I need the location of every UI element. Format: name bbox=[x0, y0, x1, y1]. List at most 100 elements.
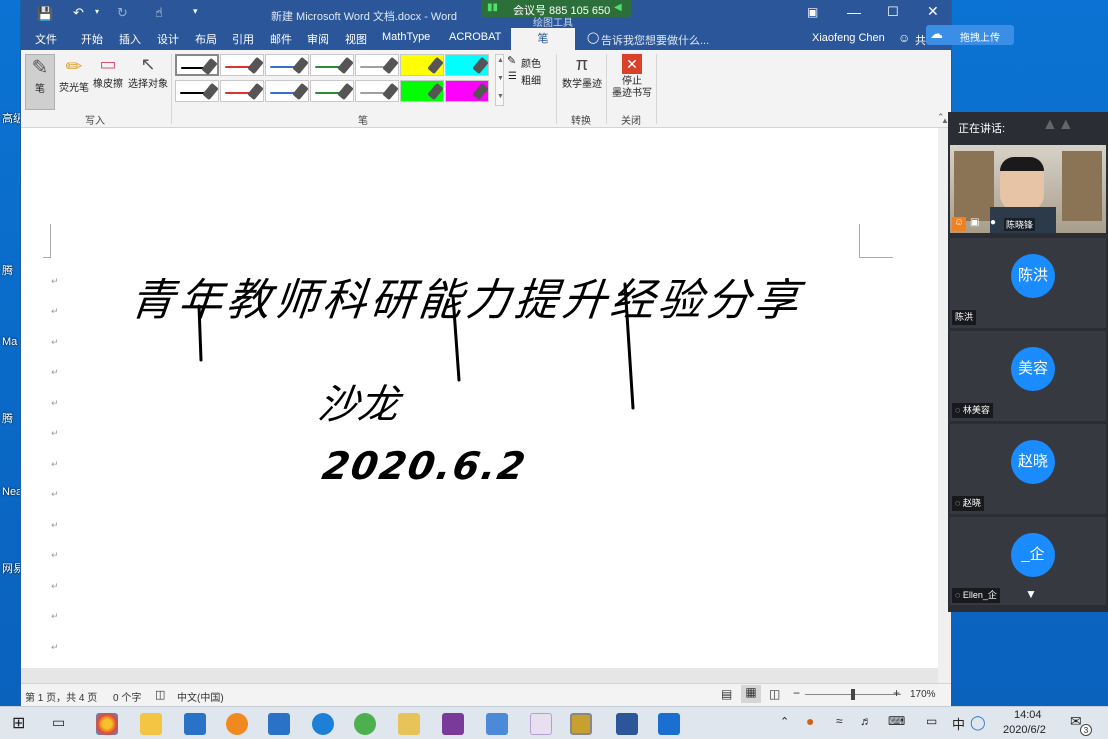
math-ink-button[interactable]: π 数学墨迹 bbox=[559, 54, 605, 90]
pen-swatch[interactable] bbox=[355, 54, 399, 76]
chevron-up-icon[interactable]: ▲ bbox=[497, 57, 504, 64]
clock-date[interactable]: 2020/6/2 bbox=[1003, 724, 1046, 736]
gallery-scroll[interactable]: ▲ ▼ ▼ bbox=[495, 54, 504, 106]
tab-layout[interactable]: 布局 bbox=[195, 31, 217, 47]
desktop-icon-label[interactable]: 腾 bbox=[2, 262, 13, 278]
file-explorer-icon[interactable] bbox=[140, 713, 162, 735]
undo-icon[interactable]: ↶ bbox=[73, 5, 84, 21]
pen-swatch[interactable] bbox=[265, 54, 309, 76]
expand-gallery-icon[interactable]: ▼ bbox=[497, 93, 504, 100]
close-icon[interactable]: ✕ bbox=[927, 3, 939, 20]
touch-mode-icon[interactable]: ☝ bbox=[155, 5, 163, 21]
pen-swatch[interactable] bbox=[220, 80, 264, 102]
edge-icon[interactable] bbox=[312, 713, 334, 735]
stop-inking-button[interactable]: ✕ 停止 墨迹书写 bbox=[609, 54, 655, 100]
document-page[interactable]: ↵ ↵ ↵ ↵ ↵ ↵ ↵ ↵ ↵ ↵ ↵ ↵ ↵ 青年教师科研能力提升经验分享… bbox=[21, 128, 938, 668]
chevron-up-icon[interactable]: ⌃ bbox=[780, 715, 789, 728]
save-icon[interactable]: 💾 bbox=[37, 6, 53, 22]
minimize-icon[interactable]: — bbox=[847, 4, 861, 20]
zoom-in-icon[interactable]: + bbox=[893, 686, 900, 700]
customize-toolbar-icon[interactable]: ▾ bbox=[193, 6, 198, 17]
ribbon-display-icon[interactable]: ▣ bbox=[807, 5, 818, 19]
highlighter-swatch[interactable] bbox=[445, 54, 489, 76]
language-indicator[interactable]: 中文(中国) bbox=[177, 689, 224, 704]
pen-swatch[interactable] bbox=[175, 54, 219, 76]
zoom-out-icon[interactable]: − bbox=[793, 686, 800, 700]
print-layout-icon[interactable]: ▦ bbox=[741, 685, 761, 703]
tell-me-input[interactable]: 告诉我您想要做什么... bbox=[601, 32, 709, 48]
pen-swatch[interactable] bbox=[310, 54, 354, 76]
keyboard-icon[interactable]: ⌨ bbox=[888, 714, 905, 728]
chevron-down-icon[interactable]: ▾ bbox=[95, 7, 99, 16]
page-count[interactable]: 第 1 页，共 4 页 bbox=[25, 689, 97, 704]
person-icon[interactable]: ☺ bbox=[898, 31, 910, 45]
highlighter-swatch[interactable] bbox=[400, 80, 444, 102]
desktop-icon-label[interactable]: 腾 bbox=[2, 410, 13, 426]
pen-swatch[interactable] bbox=[355, 80, 399, 102]
upload-widget[interactable]: ☁ 拖拽上传 bbox=[926, 25, 1014, 45]
tab-design[interactable]: 设计 bbox=[157, 31, 179, 47]
zoom-level[interactable]: 170% bbox=[910, 689, 936, 700]
clock-time[interactable]: 14:04 bbox=[1014, 709, 1042, 721]
pen-swatch[interactable] bbox=[220, 54, 264, 76]
speaker-video[interactable]: ☺ ▣ ● 陈晓锋 bbox=[950, 145, 1106, 233]
tab-references[interactable]: 引用 bbox=[232, 31, 254, 47]
ink-subtitle[interactable]: 沙龙 bbox=[315, 372, 403, 430]
pen-swatch[interactable] bbox=[310, 80, 354, 102]
windows-start-icon[interactable]: ⊞ bbox=[12, 713, 25, 733]
meeting-app-icon[interactable] bbox=[658, 713, 680, 735]
volume-icon[interactable]: ♬ bbox=[860, 714, 872, 728]
mail-icon[interactable] bbox=[184, 713, 206, 735]
word-icon[interactable] bbox=[616, 713, 638, 735]
color-button[interactable]: 颜色 bbox=[521, 55, 541, 70]
ime-indicator[interactable]: 中 bbox=[952, 714, 965, 733]
proofing-icon[interactable]: ◫ bbox=[155, 688, 165, 701]
tab-pen[interactable]: 笔 bbox=[511, 28, 575, 50]
photos-icon[interactable] bbox=[486, 713, 508, 735]
paint-icon[interactable] bbox=[530, 713, 552, 735]
qq-tray-icon[interactable]: ● bbox=[806, 713, 814, 729]
task-view-icon[interactable]: ▭ bbox=[52, 714, 65, 731]
chevron-down-icon[interactable]: ▼ bbox=[497, 75, 504, 82]
onenote-icon[interactable] bbox=[442, 713, 464, 735]
tab-mathtype[interactable]: MathType bbox=[382, 31, 430, 43]
whiteboard-icon[interactable] bbox=[268, 713, 290, 735]
tab-acrobat[interactable]: ACROBAT bbox=[449, 31, 501, 43]
ink-date[interactable]: 2020.6.2 bbox=[319, 444, 530, 488]
search-app-icon[interactable] bbox=[226, 713, 248, 735]
user-name[interactable]: Xiaofeng Chen bbox=[812, 32, 885, 44]
battery-icon[interactable]: ▭ bbox=[926, 714, 937, 728]
highlighter-tool-button[interactable]: ✏ 荧光笔 bbox=[57, 54, 91, 94]
participant-tile[interactable]: 美容 ◌ 林美容 bbox=[950, 331, 1106, 421]
pen-app-icon[interactable] bbox=[398, 713, 420, 735]
participant-tile[interactable]: 赵晓 ◌ 赵晓 bbox=[950, 424, 1106, 514]
weight-button[interactable]: 粗细 bbox=[521, 72, 541, 87]
tab-home[interactable]: 开始 bbox=[81, 31, 103, 47]
participant-tile[interactable]: _企 ◌ Ellen_企 ▼ bbox=[950, 517, 1106, 605]
zoom-slider-thumb[interactable] bbox=[851, 689, 855, 700]
read-mode-icon[interactable]: ▤ bbox=[721, 687, 732, 701]
tab-view[interactable]: 视图 bbox=[345, 31, 367, 47]
scroll-down-icon[interactable]: ▼ bbox=[1025, 587, 1037, 601]
tab-review[interactable]: 审阅 bbox=[307, 31, 329, 47]
select-objects-button[interactable]: ↖ 选择对象 bbox=[125, 54, 171, 90]
app-active-icon[interactable] bbox=[570, 713, 592, 735]
redo-icon[interactable]: ↻ bbox=[117, 5, 128, 21]
participant-tile[interactable]: 陈洪 陈洪 bbox=[950, 238, 1106, 328]
highlighter-swatch[interactable] bbox=[445, 80, 489, 102]
web-layout-icon[interactable]: ◫ bbox=[769, 687, 780, 701]
highlighter-swatch[interactable] bbox=[400, 54, 444, 76]
tab-file[interactable]: 文件 bbox=[35, 31, 57, 47]
tab-mailings[interactable]: 邮件 bbox=[270, 31, 292, 47]
browser-icon[interactable] bbox=[96, 713, 118, 735]
wifi-icon[interactable]: ≈ bbox=[836, 714, 843, 728]
tab-insert[interactable]: 插入 bbox=[119, 31, 141, 47]
pen-swatch[interactable] bbox=[265, 80, 309, 102]
pen-tool-button[interactable]: ✎ 笔 bbox=[25, 54, 55, 110]
wechat-icon[interactable] bbox=[354, 713, 376, 735]
eraser-tool-button[interactable]: ▭ 橡皮擦 bbox=[91, 54, 125, 90]
word-count[interactable]: 0 个字 bbox=[113, 689, 141, 704]
share-button[interactable]: 共 bbox=[915, 32, 926, 48]
desktop-icon-label[interactable]: Ma bbox=[2, 336, 17, 348]
pen-swatch[interactable] bbox=[175, 80, 219, 102]
